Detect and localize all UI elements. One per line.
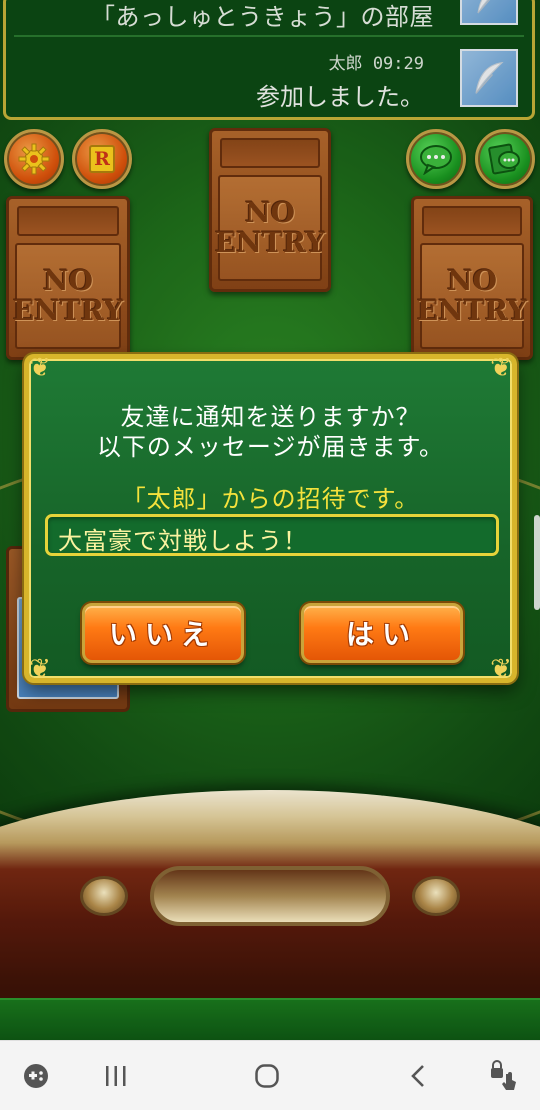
back-icon[interactable]	[398, 1057, 438, 1095]
ornament-icon: ❦	[490, 353, 512, 383]
recent-apps-icon[interactable]	[96, 1057, 136, 1095]
invite-message-field[interactable]: 大富豪で対戦しよう！	[45, 514, 499, 556]
system-nav-bar	[0, 1040, 540, 1110]
dialog-description: 以下のメッセージが届きます。	[96, 433, 445, 461]
invite-text: 「太郎」からの招待です。	[121, 485, 420, 513]
scroll-indicator[interactable]	[534, 515, 540, 610]
yes-button[interactable]: はい	[301, 603, 463, 663]
invite-dialog: ❦ ❦ ❦ ❦ 友達に通知を送りますか？ 以下のメッセージが届きます。 「太郎」…	[24, 353, 517, 684]
home-icon[interactable]	[247, 1057, 287, 1095]
touch-lock-icon[interactable]	[484, 1057, 524, 1095]
ornament-icon: ❦	[29, 654, 51, 684]
no-button[interactable]: いいえ	[82, 603, 244, 663]
ornament-icon: ❦	[490, 654, 512, 684]
ornament-icon: ❦	[29, 353, 51, 383]
game-launcher-icon[interactable]	[16, 1057, 56, 1095]
